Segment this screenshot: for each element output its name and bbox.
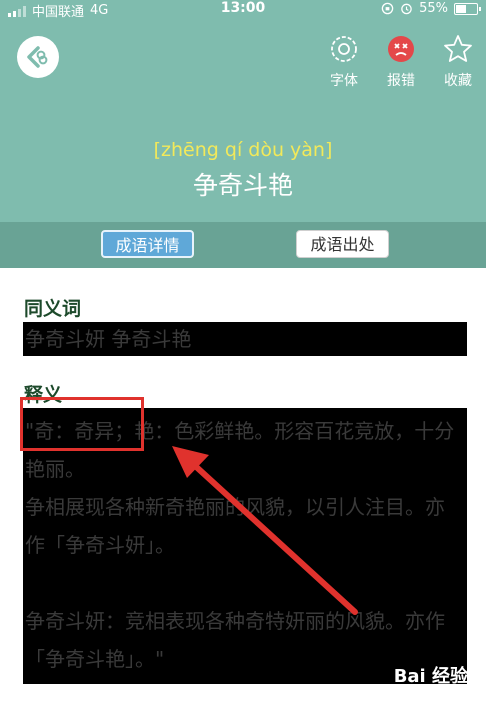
favorite-label: 收藏 xyxy=(444,73,472,89)
synonyms-heading: 同义词 xyxy=(24,298,82,320)
watermark-main: Bai 经验 xyxy=(393,666,468,687)
star-icon xyxy=(444,35,472,62)
tab-idiom-source[interactable]: 成语出处 xyxy=(296,230,389,258)
annotation-highlight-box xyxy=(20,397,144,451)
tab-idiom-details[interactable]: 成语详情 xyxy=(101,230,194,258)
report-error-icon xyxy=(388,36,414,62)
battery-fill xyxy=(456,4,466,13)
back-button[interactable] xyxy=(17,36,59,78)
font-button-label: 字体 xyxy=(330,73,358,89)
font-button[interactable]: 字体 xyxy=(320,34,368,90)
alarm-icon xyxy=(401,3,412,15)
report-error-label: 报错 xyxy=(387,73,415,89)
status-bar: 中国联通 4G 13:00 55% xyxy=(0,0,486,20)
font-settings-icon xyxy=(331,36,357,62)
favorite-button[interactable]: 收藏 xyxy=(434,34,482,90)
orientation-lock-icon xyxy=(381,2,394,15)
back-arrow-icon xyxy=(27,46,48,68)
watermark: Bai 经验 jingyan.baidu.com xyxy=(376,662,468,697)
tab-bar: 成语详情 成语出处 xyxy=(0,222,486,268)
idiom-title: 争奇斗艳 xyxy=(192,171,293,200)
synonyms-text: 争奇斗妍 争奇斗艳 xyxy=(23,322,467,356)
battery-icon xyxy=(454,2,481,15)
status-right: 55% xyxy=(381,1,481,16)
report-error-button[interactable]: 报错 xyxy=(377,34,425,90)
idiom-pinyin: [zhēng qí dòu yàn] xyxy=(153,139,333,161)
battery-percent: 55% xyxy=(419,1,448,16)
watermark-sub: jingyan.baidu.com xyxy=(375,686,468,697)
